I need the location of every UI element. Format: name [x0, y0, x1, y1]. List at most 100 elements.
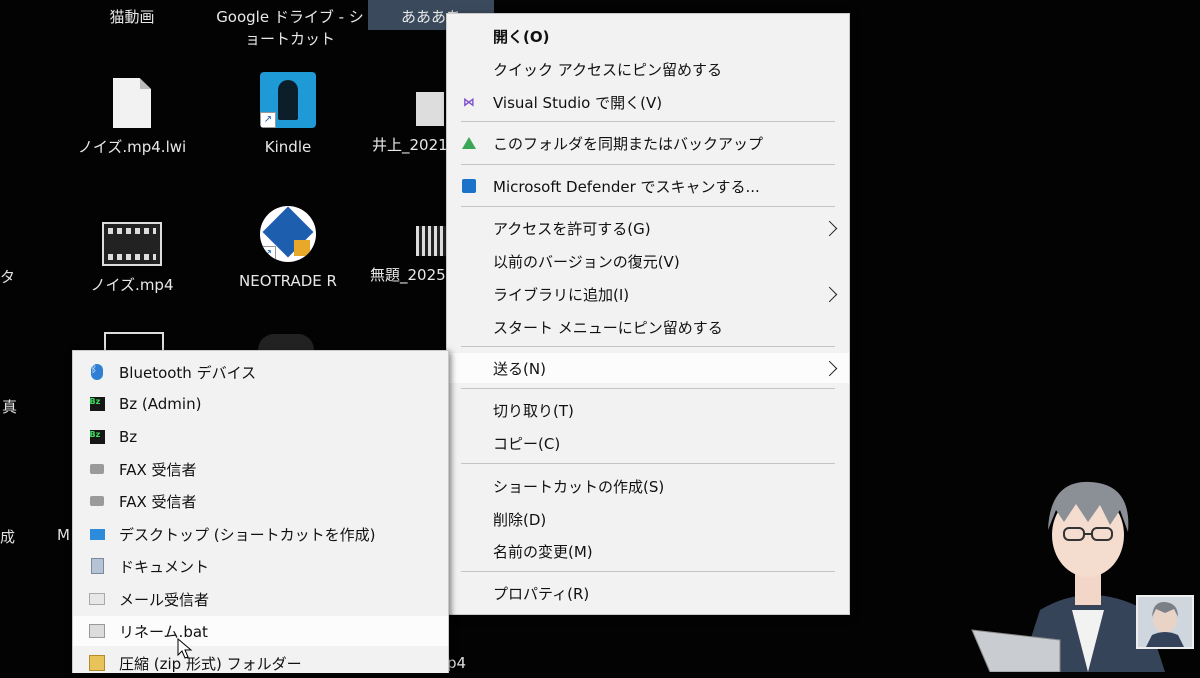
batch-file-icon	[89, 623, 105, 639]
documents-icon	[89, 558, 105, 574]
desktop-icon-kindle[interactable]: ↗ Kindle	[218, 72, 358, 158]
menu-item-label: Microsoft Defender でスキャンする...	[493, 177, 760, 196]
edge-label: 真	[2, 398, 18, 416]
menu-item-create-shortcut[interactable]: ショートカットの作成(S)	[447, 471, 849, 501]
menu-item-label: このフォルダを同期またはバックアップ	[493, 134, 764, 153]
send-to-desktop[interactable]: デスクトップ (ショートカットを作成)	[73, 519, 448, 549]
menu-item-label: 名前の変更(M)	[493, 542, 593, 561]
google-drive-icon	[461, 135, 477, 151]
menu-item-rename[interactable]: 名前の変更(M)	[447, 536, 849, 566]
menu-item-label: 開く(O)	[493, 27, 550, 46]
menu-item-label: コピー(C)	[493, 434, 561, 453]
menu-item-label: FAX 受信者	[119, 460, 197, 479]
menu-item-label: 以前のバージョンの復元(V)	[493, 252, 680, 271]
menu-item-label: クイック アクセスにピン留めする	[493, 60, 723, 79]
menu-item-open[interactable]: 開く(O)	[447, 21, 849, 51]
fax-icon	[89, 493, 105, 509]
menu-item-label: デスクトップ (ショートカットを作成)	[119, 525, 376, 544]
menu-item-label: Visual Studio で開く(V)	[493, 93, 663, 112]
menu-item-copy[interactable]: コピー(C)	[447, 428, 849, 458]
file-icon	[113, 78, 151, 128]
menu-item-label: ショートカットの作成(S)	[493, 477, 665, 496]
fax-icon	[89, 461, 105, 477]
menu-item-cut[interactable]: 切り取り(T)	[447, 395, 849, 425]
desktop-icon-google-drive[interactable]: Google ドライブ - ショートカット	[210, 6, 370, 50]
avatar-thumbnail	[1136, 595, 1194, 649]
menu-item-properties[interactable]: プロパティ(R)	[447, 578, 849, 608]
edge-label: 成	[0, 528, 16, 546]
menu-separator	[461, 164, 835, 165]
menu-item-label: 圧縮 (zip 形式) フォルダー	[119, 654, 302, 673]
video-file-icon	[416, 226, 446, 256]
menu-item-label: アクセスを許可する(G)	[493, 219, 651, 238]
chevron-right-icon	[821, 286, 838, 302]
bluetooth-icon: ᛒ	[89, 364, 105, 380]
icon-label: 無題_2025	[370, 266, 446, 284]
mail-icon	[89, 591, 105, 607]
menu-item-give-access[interactable]: アクセスを許可する(G)	[447, 213, 849, 243]
menu-item-sync-backup[interactable]: このフォルダを同期またはバックアップ	[447, 128, 849, 158]
menu-separator	[461, 121, 835, 122]
menu-separator	[461, 571, 835, 572]
menu-separator	[461, 388, 835, 389]
menu-item-label: ライブラリに追加(I)	[493, 285, 630, 304]
menu-item-send-to[interactable]: 送る(N)	[447, 353, 849, 383]
icon-label: Google ドライブ - ショートカット	[216, 8, 364, 48]
icon-label: 井上_2021	[372, 136, 448, 154]
desktop-icon-noise-mp4[interactable]: ノイズ.mp4	[62, 222, 202, 296]
menu-item-pin-start[interactable]: スタート メニューにピン留めする	[447, 312, 849, 342]
menu-separator	[461, 206, 835, 207]
send-to-bluetooth[interactable]: ᛒ Bluetooth デバイス	[73, 357, 448, 387]
menu-item-label: ドキュメント	[119, 557, 210, 576]
menu-item-label: Bluetooth デバイス	[119, 363, 257, 382]
icon-label: NEOTRADE R	[239, 272, 337, 290]
menu-item-label: メール受信者	[119, 590, 210, 609]
menu-item-label: スタート メニューにピン留めする	[493, 318, 723, 337]
video-file-icon	[102, 222, 162, 266]
bz-icon: Bz	[89, 396, 105, 412]
desktop-icon-noise-lwi[interactable]: ノイズ.mp4.lwi	[62, 78, 202, 158]
send-to-bz-admin[interactable]: Bz Bz (Admin)	[73, 389, 448, 419]
menu-item-open-visual-studio[interactable]: ⋈ Visual Studio で開く(V)	[447, 87, 849, 117]
menu-item-label: 送る(N)	[493, 359, 546, 378]
visual-studio-icon: ⋈	[463, 95, 475, 109]
bz-icon: Bz	[89, 429, 105, 445]
menu-item-delete[interactable]: 削除(D)	[447, 504, 849, 534]
send-to-mail[interactable]: メール受信者	[73, 584, 448, 614]
desktop-icon-inoue[interactable]: 井上_2021	[360, 92, 450, 156]
edge-label: p4	[447, 654, 467, 672]
chevron-right-icon	[821, 360, 838, 376]
menu-item-label: FAX 受信者	[119, 492, 197, 511]
menu-item-restore-versions[interactable]: 以前のバージョンの復元(V)	[447, 246, 849, 276]
send-to-fax-1[interactable]: FAX 受信者	[73, 454, 448, 484]
mouse-cursor-icon	[177, 638, 193, 659]
send-to-fax-2[interactable]: FAX 受信者	[73, 486, 448, 516]
partial-icon	[104, 332, 164, 352]
menu-separator	[461, 463, 835, 464]
menu-item-add-library[interactable]: ライブラリに追加(I)	[447, 279, 849, 309]
icon-label: 猫動画	[109, 8, 155, 26]
send-to-submenu: ᛒ Bluetooth デバイス Bz Bz (Admin) Bz Bz FAX 受信…	[72, 350, 449, 673]
edge-label: M	[57, 526, 70, 544]
menu-item-label: 切り取り(T)	[493, 401, 574, 420]
desktop-icon-neotrade[interactable]: ↗ NEOTRADE R	[218, 206, 358, 292]
image-thumbnail-icon	[416, 92, 444, 126]
icon-label: Kindle	[264, 138, 312, 156]
send-to-documents[interactable]: ドキュメント	[73, 551, 448, 581]
desktop-icon-untitled[interactable]: 無題_2025	[360, 226, 450, 286]
menu-item-defender-scan[interactable]: Microsoft Defender でスキャンする...	[447, 171, 849, 201]
send-to-zip[interactable]: 圧縮 (zip 形式) フォルダー	[73, 648, 448, 678]
menu-item-label: Bz (Admin)	[119, 395, 202, 413]
kindle-icon: ↗	[260, 72, 316, 128]
neotrade-icon: ↗	[260, 206, 316, 262]
menu-item-pin-quick-access[interactable]: クイック アクセスにピン留めする	[447, 54, 849, 84]
send-to-bz[interactable]: Bz Bz	[73, 422, 448, 452]
zip-folder-icon	[89, 655, 105, 671]
send-to-rename-bat[interactable]: リネーム.bat	[73, 616, 448, 646]
icon-label: ノイズ.mp4.lwi	[77, 138, 187, 156]
icon-label: ノイズ.mp4	[90, 276, 174, 294]
defender-icon	[461, 178, 477, 194]
partial-icon	[258, 334, 314, 350]
avatar-thumbnail-icon	[1146, 601, 1184, 647]
desktop-icon-cat-video[interactable]: 猫動画	[62, 6, 202, 28]
